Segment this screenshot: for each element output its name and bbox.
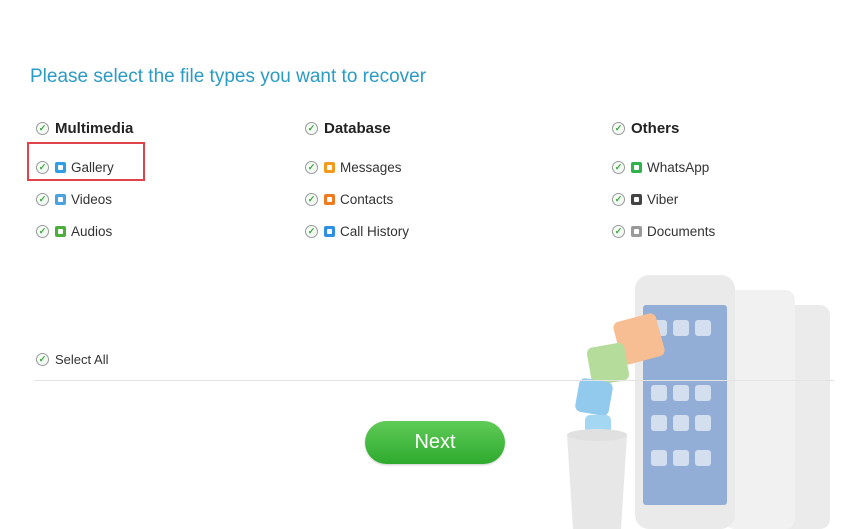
whatsapp-icon [631,161,642,173]
group-label-database: Database [324,119,391,137]
item-label-call-history: Call History [340,223,410,239]
item-whatsapp[interactable]: WhatsApp [612,151,812,183]
group-label-others: Others [631,119,680,137]
phones-recycle-illustration [567,275,830,529]
group-header-others[interactable]: Others [612,118,812,138]
checkbox-documents[interactable] [612,224,625,238]
item-label-contacts: Contacts [340,191,394,207]
select-all-label: Select All [55,352,109,367]
audios-icon [55,225,66,237]
item-audios[interactable]: Audios [36,215,236,247]
select-all[interactable]: Select All [36,352,108,367]
checkbox-contacts[interactable] [305,192,318,206]
item-label-documents: Documents [647,223,716,239]
group-header-database[interactable]: Database [305,118,505,138]
contacts-icon [324,193,335,205]
gallery-highlight-box [27,142,145,181]
group-others: Others WhatsApp Viber Documents [612,118,812,247]
checkbox-call-history[interactable] [305,224,318,238]
checkbox-whatsapp[interactable] [612,160,625,174]
checkbox-videos[interactable] [36,192,49,206]
group-header-multimedia[interactable]: Multimedia [36,118,236,138]
checkbox-select-all[interactable] [36,353,49,366]
checkbox-audios[interactable] [36,224,49,238]
checkbox-messages[interactable] [305,160,318,174]
item-documents[interactable]: Documents [612,215,812,247]
checkbox-others[interactable] [612,121,625,135]
item-label-messages: Messages [340,159,402,175]
item-messages[interactable]: Messages [305,151,505,183]
group-multimedia: Multimedia Gallery Videos Audios [36,118,236,247]
page-title: Please select the file types you want to… [30,66,427,87]
group-label-multimedia: Multimedia [55,119,134,137]
group-database: Database Messages Contacts Call History [305,118,505,247]
call-history-icon [324,225,335,237]
checkbox-viber[interactable] [612,192,625,206]
item-viber[interactable]: Viber [612,183,812,215]
divider [34,380,834,381]
item-videos[interactable]: Videos [36,183,236,215]
videos-icon [55,193,66,205]
documents-icon [631,225,642,237]
item-label-audios: Audios [71,223,113,239]
messages-icon [324,161,335,173]
item-label-whatsapp: WhatsApp [647,159,710,175]
viber-icon [631,193,642,205]
next-button[interactable]: Next [365,421,505,464]
item-contacts[interactable]: Contacts [305,183,505,215]
item-label-videos: Videos [71,191,113,207]
item-label-viber: Viber [647,191,679,207]
checkbox-multimedia[interactable] [36,121,49,135]
checkbox-database[interactable] [305,121,318,135]
item-call-history[interactable]: Call History [305,215,505,247]
